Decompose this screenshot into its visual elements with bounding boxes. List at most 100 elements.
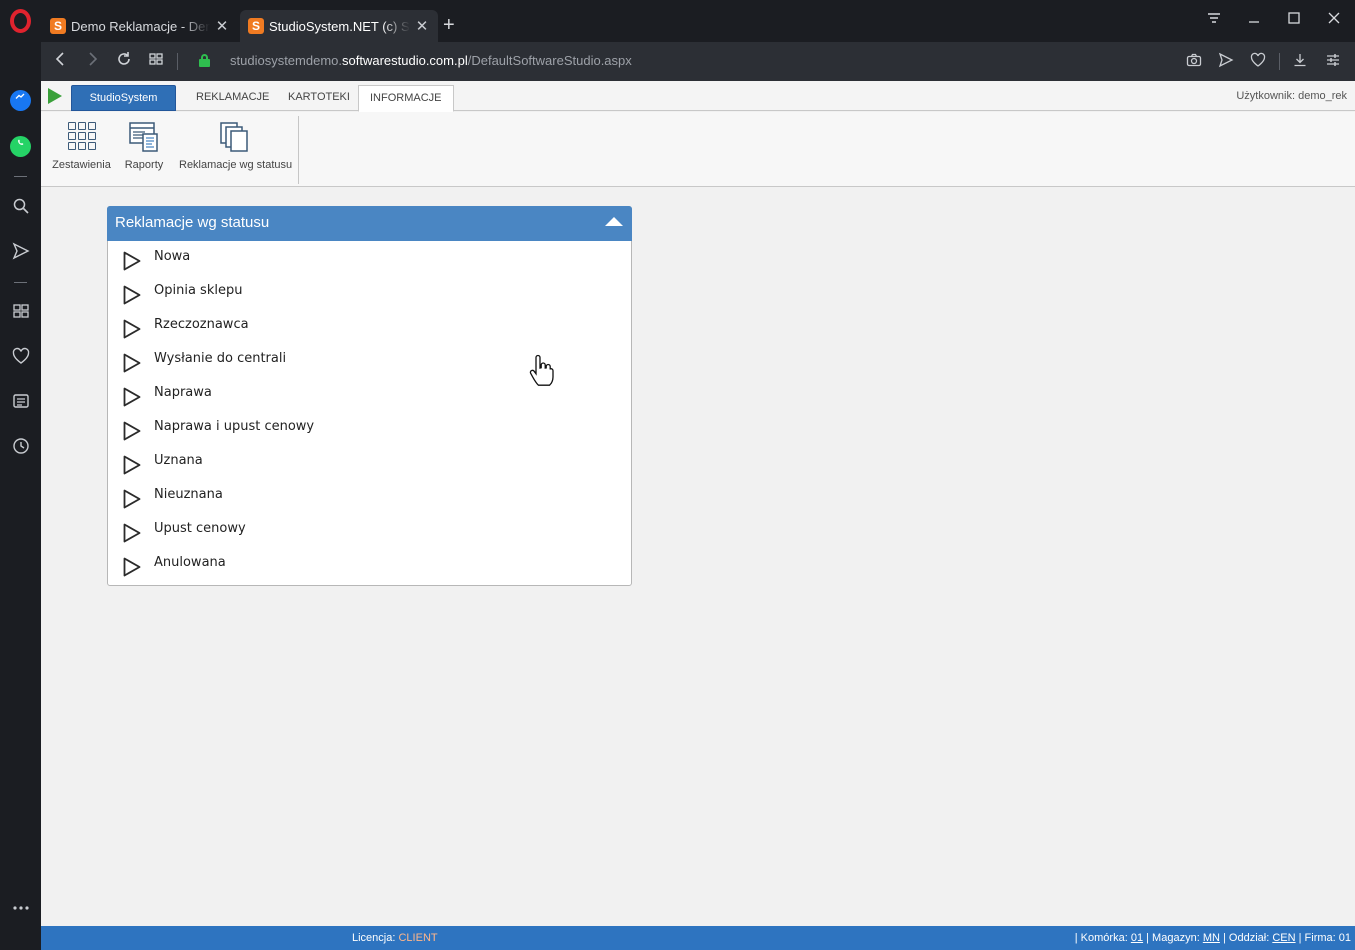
play-arrow-icon [123,557,141,577]
license-value: CLIENT [398,932,438,944]
play-arrow-icon [123,489,141,509]
tab-reklamacje[interactable]: REKLAMACJE [185,85,280,111]
report-icon [128,121,160,153]
raporty-button[interactable]: Raporty [121,112,167,187]
play-arrow-icon [123,455,141,475]
status-label: Uznana [154,453,203,468]
toolbar-separator [1279,53,1280,70]
oddzial-link[interactable]: CEN [1272,932,1295,944]
studiosystem-favicon-icon: S [50,18,66,34]
browser-tab-2-active[interactable]: S StudioSystem.NET (c) SoftwareStudio ✕ [240,10,438,42]
messenger-icon[interactable] [10,90,31,111]
app-status-bar: Licencja: CLIENT | Komórka: 01 | Magazyn… [41,926,1355,950]
license-info: Licencja: CLIENT [352,932,438,944]
play-arrow-icon [123,523,141,543]
screen: S Demo Reklamacje - Demo Reklamacje ✕ S … [0,0,1355,950]
documents-icon [218,121,250,153]
url-prefix: studiosystemdemo. [230,53,342,68]
lock-icon[interactable] [199,54,210,67]
tab-menu-icon[interactable] [1199,10,1229,31]
play-arrow-icon [123,387,141,407]
news-icon[interactable] [10,392,31,413]
firma-label: | Firma: 01 [1298,932,1351,944]
status-label: Nowa [154,249,191,264]
status-label: Upust cenowy [154,521,246,536]
status-item[interactable]: Nowa [108,241,631,275]
play-arrow-icon [123,251,141,271]
status-item[interactable]: Naprawa i upust cenowy [108,411,631,445]
sidebar-separator [14,282,27,283]
magazyn-label: | Magazyn: [1146,932,1200,944]
status-label: Nieuznana [154,487,223,502]
app-logo-play-icon[interactable] [48,88,62,104]
tab-informacje[interactable]: INFORMACJE [358,85,454,112]
download-icon[interactable] [1289,52,1311,72]
search-icon[interactable] [10,197,31,218]
speed-dial-icon[interactable] [10,302,31,323]
komorka-link[interactable]: 01 [1131,932,1143,944]
url-field[interactable]: studiosystemdemo.softwarestudio.com.pl/D… [230,53,632,68]
sidebar-separator [14,176,27,177]
status-label: Wysłanie do centrali [154,351,287,366]
web-page: StudioSystem REKLAMACJE KARTOTEKI INFORM… [41,81,1355,950]
forward-icon[interactable] [81,51,103,72]
status-label: Anulowana [154,555,226,570]
back-icon[interactable] [50,51,72,72]
panel-header[interactable]: Reklamacje wg statusu [107,206,632,241]
maximize-window-icon[interactable] [1279,10,1309,31]
easy-setup-icon[interactable] [1322,52,1344,72]
oddzial-label: | Oddział: [1222,932,1270,944]
reklamacje-wg-statusu-label: Reklamacje wg statusu [179,159,293,171]
browser-address-bar: studiosystemdemo.softwarestudio.com.pl/D… [41,42,1355,81]
current-user-label: Użytkownik: demo_rek [1236,90,1347,102]
history-icon[interactable] [10,437,31,458]
send-icon[interactable] [1215,52,1237,72]
status-item[interactable]: Rzeczoznawca [108,309,631,343]
panel-title: Reklamacje wg statusu [115,214,270,231]
status-list: Nowa Opinia sklepu Rzeczoznawca Wysłanie do… [108,241,631,581]
close-window-icon[interactable] [1319,10,1349,31]
close-tab-icon[interactable]: ✕ [414,17,430,35]
tab-kartoteki[interactable]: KARTOTEKI [277,85,361,111]
browser-sidebar [0,42,41,950]
minimize-window-icon[interactable] [1239,10,1269,31]
more-options-icon[interactable] [10,899,31,920]
raporty-label: Raporty [124,159,164,171]
app-menu-button[interactable]: StudioSystem [71,85,176,111]
browser-tab-strip: S Demo Reklamacje - Demo Reklamacje ✕ S … [0,0,1355,42]
new-tab-button[interactable]: + [443,14,455,37]
play-arrow-icon [123,319,141,339]
opera-logo-icon[interactable] [10,9,31,33]
heart-icon[interactable] [10,347,31,368]
collapse-triangle-icon[interactable] [605,217,623,226]
reklamacje-wg-statusu-button[interactable]: Reklamacje wg statusu [179,112,293,187]
send-icon[interactable] [10,242,31,263]
ribbon-toolbar: Zestawienia Raporty Reklamacje wg status… [41,112,1355,187]
camera-icon[interactable] [1183,52,1205,72]
play-arrow-icon [123,285,141,305]
heart-icon[interactable] [1247,52,1269,72]
grid-icon [66,121,98,153]
status-item[interactable]: Anulowana [108,547,631,581]
tabs-grid-icon[interactable] [145,51,167,72]
status-item[interactable]: Nieuznana [108,479,631,513]
hand-cursor-icon [529,354,554,386]
whatsapp-icon[interactable] [10,136,31,157]
zestawienia-button[interactable]: Zestawienia [50,112,113,187]
status-label: Naprawa [154,385,212,400]
ribbon-tab-bar: StudioSystem REKLAMACJE KARTOTEKI INFORM… [41,81,1355,112]
status-item[interactable]: Opinia sklepu [108,275,631,309]
komorka-label: | Komórka: [1074,932,1128,944]
status-item[interactable]: Uznana [108,445,631,479]
context-info: | Komórka: 01 | Magazyn: MN | Oddział: C… [1075,932,1351,944]
status-label: Rzeczoznawca [154,317,249,332]
browser-tab-title: Demo Reklamacje - Demo Reklamacje [71,18,210,34]
toolbar-separator [177,53,178,70]
magazyn-link[interactable]: MN [1203,932,1220,944]
status-item[interactable]: Upust cenowy [108,513,631,547]
reload-icon[interactable] [113,51,135,72]
close-tab-icon[interactable]: ✕ [214,17,230,35]
zestawienia-label: Zestawienia [52,159,111,171]
browser-tab-1[interactable]: S Demo Reklamacje - Demo Reklamacje ✕ [42,10,238,42]
status-label: Naprawa i upust cenowy [154,419,315,434]
